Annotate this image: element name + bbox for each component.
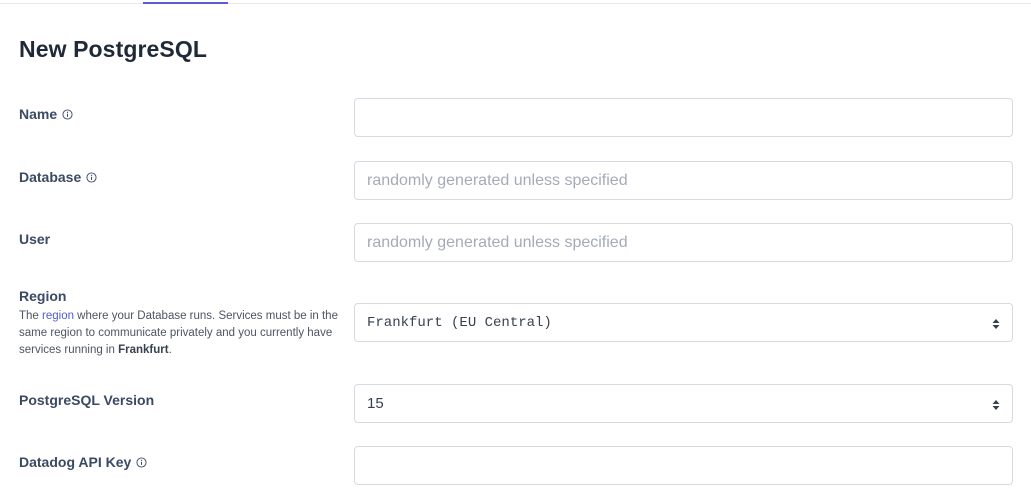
name-label-text: Name: [19, 106, 58, 122]
postgres-version-select[interactable]: 15: [354, 384, 1013, 423]
region-label: Region: [19, 288, 66, 304]
user-field-container: [354, 223, 1013, 262]
user-input[interactable]: [355, 224, 1012, 261]
database-label-text: Database: [19, 169, 82, 185]
region-label-text: Region: [19, 288, 67, 304]
info-icon[interactable]: [86, 171, 97, 183]
postgres-version-label: PostgreSQL Version: [19, 392, 154, 408]
region-help-text: The region where your Database runs. Ser…: [19, 308, 339, 359]
datadog-api-key-input[interactable]: [355, 447, 1012, 484]
page-title: New PostgreSQL: [19, 36, 207, 62]
user-label: User: [19, 231, 50, 247]
name-field-container: [354, 98, 1013, 137]
sort-caret-icon: [992, 317, 1000, 329]
info-icon[interactable]: [62, 108, 73, 120]
postgres-version-label-text: PostgreSQL Version: [19, 392, 155, 408]
name-label: Name: [19, 106, 73, 122]
name-input[interactable]: [355, 99, 1012, 136]
datadog-api-key-field-container: [354, 446, 1013, 485]
user-label-text: User: [19, 231, 51, 247]
postgres-version-selected-value: 15: [367, 395, 384, 412]
datadog-api-key-label-text: Datadog API Key: [19, 454, 132, 470]
info-icon[interactable]: [136, 456, 147, 468]
datadog-api-key-label: Datadog API Key: [19, 454, 147, 470]
database-label: Database: [19, 169, 97, 185]
region-help-prefix: The: [19, 310, 43, 322]
database-field-container: [354, 161, 1013, 200]
region-help-link[interactable]: region: [42, 310, 74, 322]
region-select[interactable]: Frankfurt (EU Central): [354, 303, 1013, 342]
region-selected-value: Frankfurt (EU Central): [367, 314, 552, 331]
region-help-current-region: Frankfurt: [118, 344, 169, 356]
sort-caret-icon: [992, 398, 1000, 410]
database-input[interactable]: [355, 162, 1012, 199]
active-tab-indicator: [143, 2, 228, 4]
region-help-suffix: .: [168, 344, 172, 356]
